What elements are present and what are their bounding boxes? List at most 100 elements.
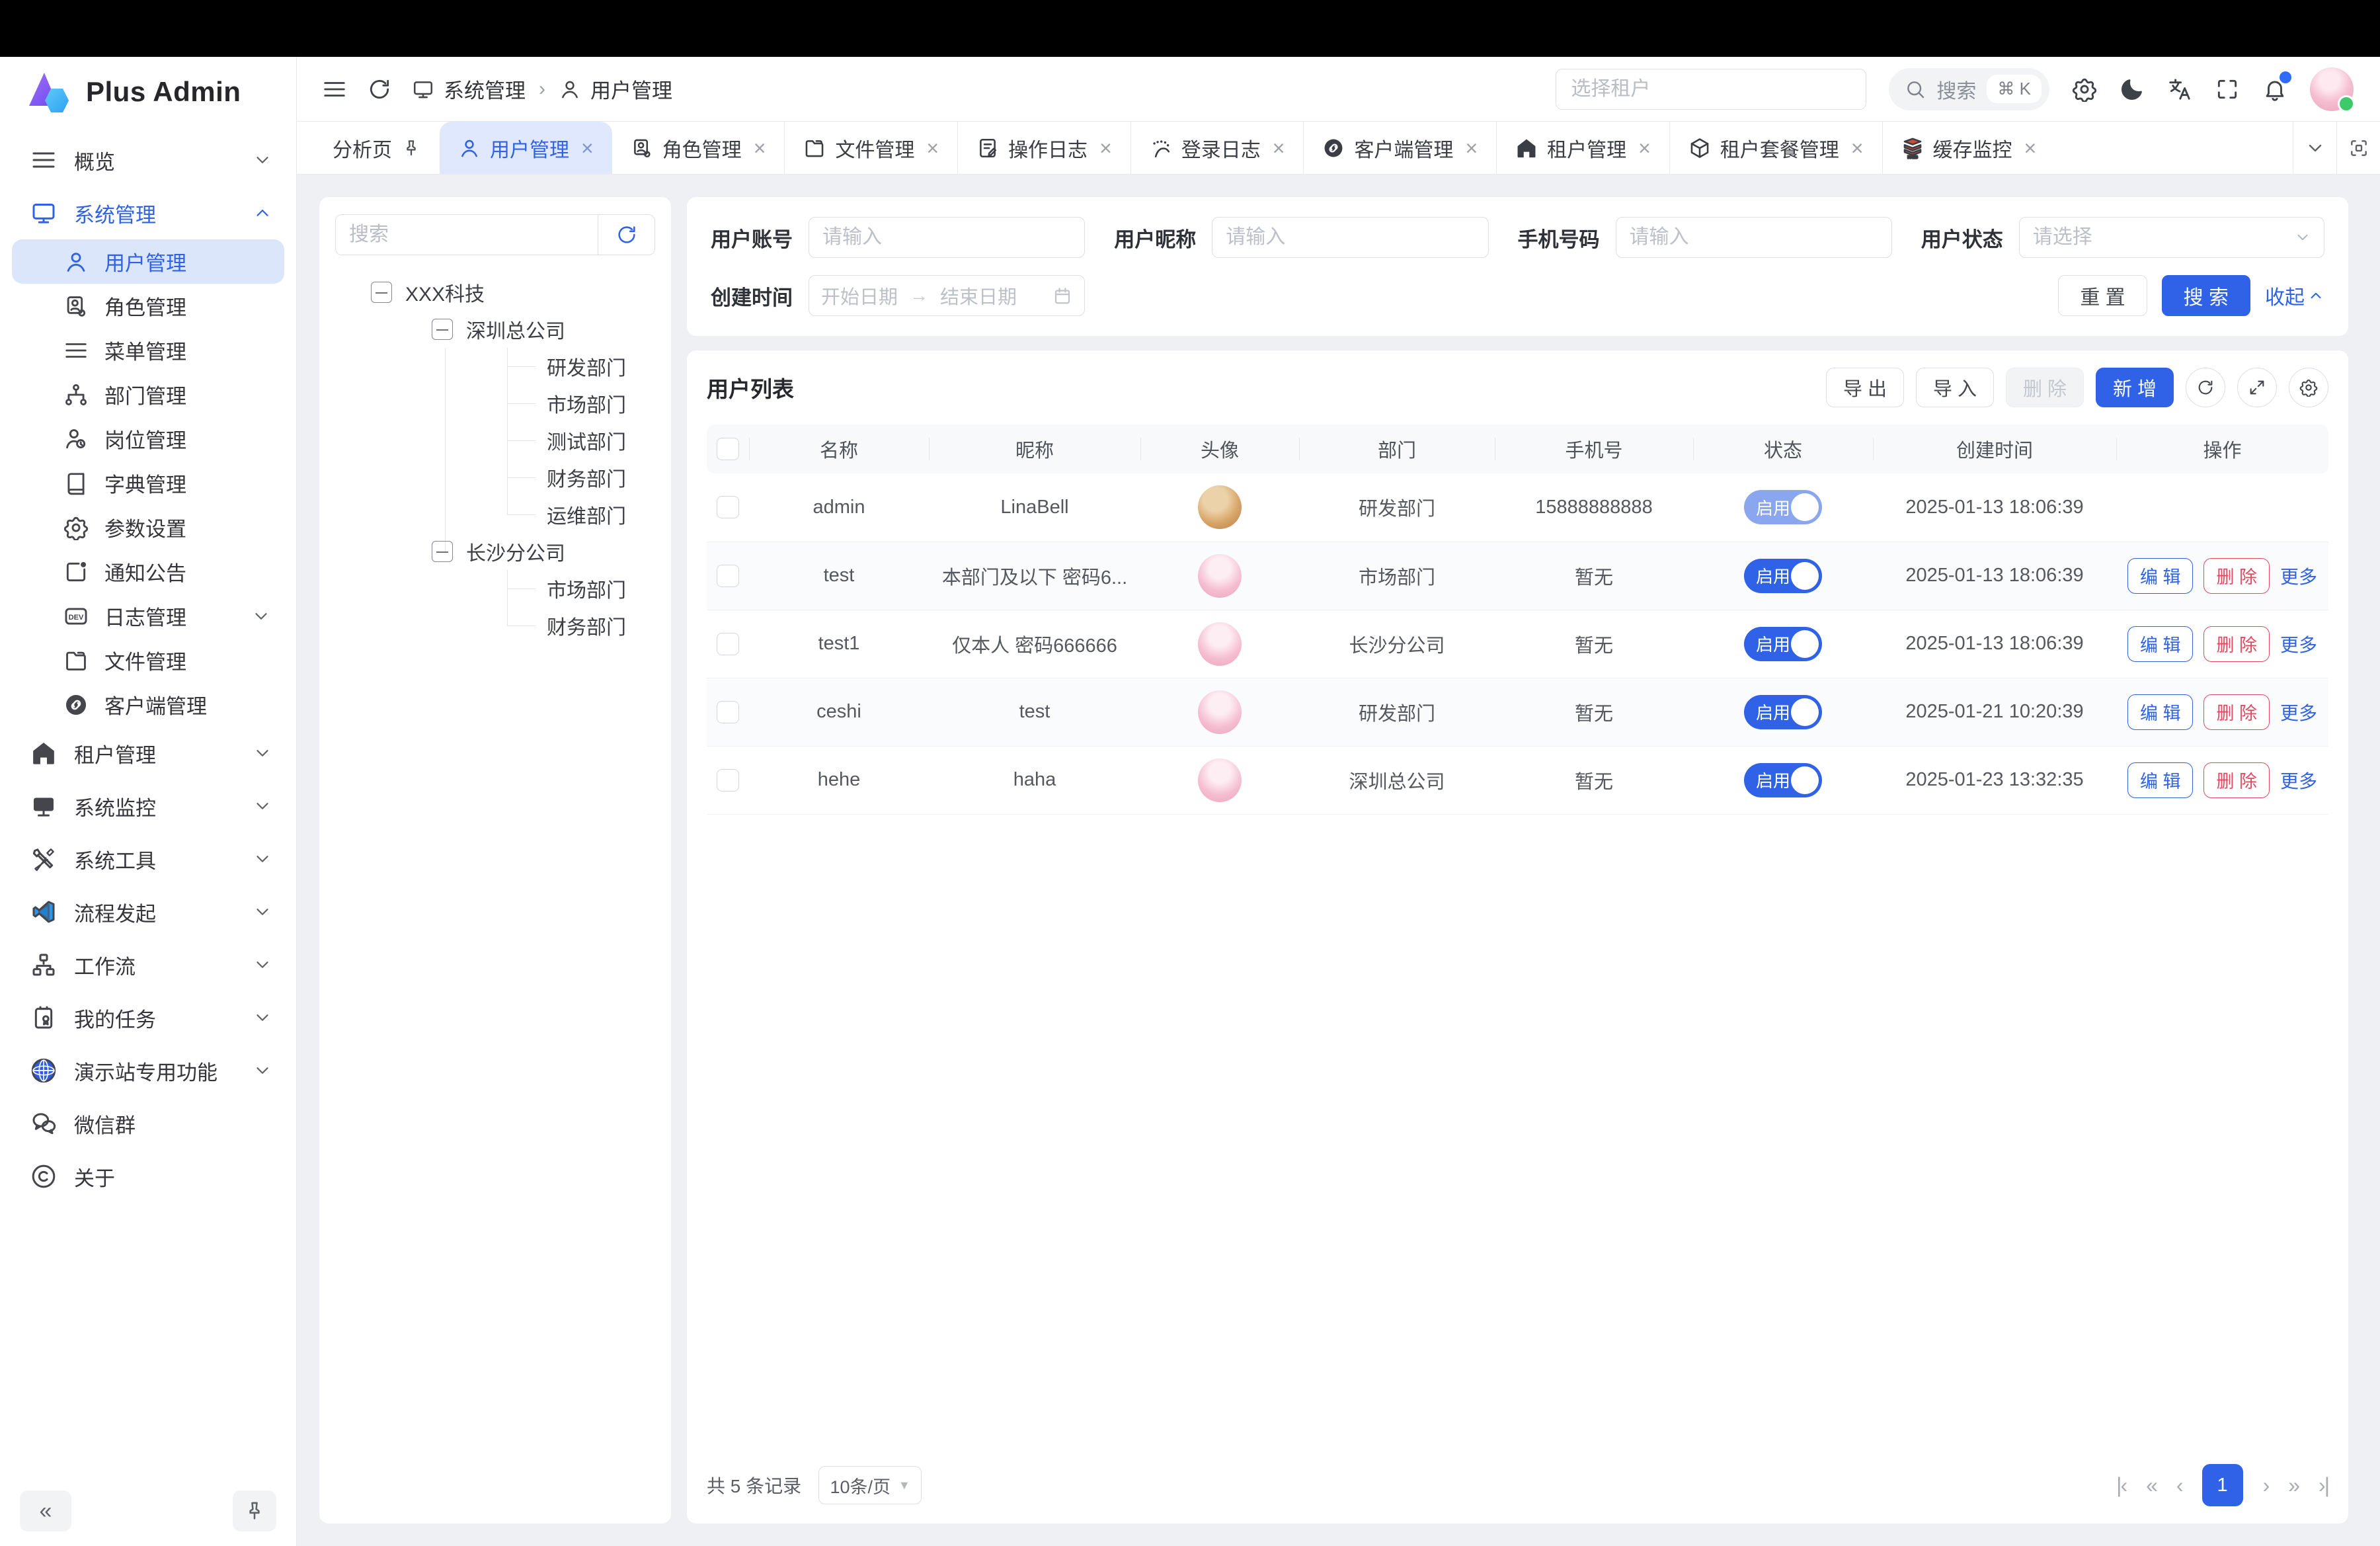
more-button[interactable]: 更多 xyxy=(2280,631,2317,657)
tree-node[interactable]: 研发部门 xyxy=(335,348,655,385)
sidebar-item[interactable]: 演示站专用功能 xyxy=(0,1044,296,1097)
row-checkbox[interactable] xyxy=(717,496,739,518)
settings-icon[interactable] xyxy=(2072,77,2097,102)
breadcrumb-item[interactable]: 系统管理 xyxy=(444,74,526,104)
sidebar-item[interactable]: 流程发起 xyxy=(0,885,296,938)
sidebar-item[interactable]: 微信群 xyxy=(0,1097,296,1150)
tree-node[interactable]: 深圳总公司 xyxy=(335,311,655,348)
sidebar-item[interactable]: 概览 xyxy=(0,134,296,186)
delete-button[interactable]: 删 除 xyxy=(2006,368,2084,407)
table-fullscreen-button[interactable] xyxy=(2237,368,2277,407)
prev-page-button[interactable]: ‹ xyxy=(2176,1473,2182,1498)
tab[interactable]: 操作日志 × xyxy=(957,122,1130,174)
tree-node[interactable]: 财务部门 xyxy=(335,607,655,644)
status-select[interactable] xyxy=(2019,217,2324,258)
tree-node[interactable]: 运维部门 xyxy=(335,496,655,533)
table-refresh-button[interactable] xyxy=(2186,368,2225,407)
prev-group-button[interactable]: « xyxy=(2146,1473,2157,1498)
content-fullscreen-button[interactable] xyxy=(2336,122,2380,174)
sidebar-item[interactable]: 文件管理 xyxy=(12,638,284,682)
row-checkbox[interactable] xyxy=(717,701,739,723)
tree-node[interactable]: 市场部门 xyxy=(335,570,655,607)
tab[interactable]: 登录日志 × xyxy=(1130,122,1304,174)
date-range-input[interactable]: 开始日期 → 结束日期 xyxy=(809,275,1085,316)
sidebar-item[interactable]: 工作流 xyxy=(0,938,296,991)
select-all-checkbox[interactable] xyxy=(717,438,739,460)
status-toggle[interactable]: 启用 xyxy=(1744,695,1822,729)
edit-button[interactable]: 编 辑 xyxy=(2127,558,2194,594)
sidebar-item[interactable]: 用户管理 xyxy=(12,239,284,284)
next-page-button[interactable]: › xyxy=(2263,1473,2269,1498)
tab[interactable]: 租户管理 × xyxy=(1496,122,1669,174)
fullscreen-icon[interactable] xyxy=(2215,77,2240,102)
first-page-button[interactable]: |‹ xyxy=(2116,1473,2126,1498)
close-icon[interactable]: × xyxy=(1465,138,1478,159)
next-group-button[interactable]: » xyxy=(2288,1473,2299,1498)
tree-expander-icon[interactable] xyxy=(432,319,453,340)
tree-expander-icon[interactable] xyxy=(432,541,453,562)
collapse-filters-link[interactable]: 收起 xyxy=(2265,281,2324,310)
row-delete-button[interactable]: 删 除 xyxy=(2203,558,2270,594)
close-icon[interactable]: × xyxy=(754,138,766,159)
close-icon[interactable]: × xyxy=(1099,138,1112,159)
refresh-icon[interactable] xyxy=(367,77,392,102)
close-icon[interactable]: × xyxy=(1851,138,1864,159)
row-delete-button[interactable]: 删 除 xyxy=(2203,694,2270,730)
table-settings-button[interactable] xyxy=(2289,368,2328,407)
status-toggle[interactable]: 启用 xyxy=(1744,627,1822,661)
sidebar-item[interactable]: 角色管理 xyxy=(12,284,284,328)
tree-node[interactable]: 市场部门 xyxy=(335,385,655,422)
tree-search-input[interactable] xyxy=(336,215,598,255)
sidebar-item[interactable]: 岗位管理 xyxy=(12,417,284,461)
tree-node[interactable]: 长沙分公司 xyxy=(335,533,655,570)
tab[interactable]: redis 缓存监控 × xyxy=(1882,122,2055,174)
sidebar-item[interactable]: 租户管理 xyxy=(0,727,296,780)
edit-button[interactable]: 编 辑 xyxy=(2127,626,2194,662)
language-icon[interactable] xyxy=(2167,77,2192,102)
row-checkbox[interactable] xyxy=(717,769,739,792)
import-button[interactable]: 导 入 xyxy=(1916,368,1994,407)
sidebar-item[interactable]: 系统监控 xyxy=(0,780,296,833)
user-avatar[interactable] xyxy=(2310,67,2354,111)
sidebar-pin-button[interactable] xyxy=(233,1490,276,1531)
tree-expander-icon[interactable] xyxy=(371,282,392,303)
tree-node[interactable]: XXX科技 xyxy=(335,274,655,311)
tab[interactable]: 分析页 xyxy=(314,122,440,174)
close-icon[interactable]: × xyxy=(2024,138,2037,159)
close-icon[interactable]: × xyxy=(926,138,939,159)
search-button[interactable]: 搜 索 xyxy=(2162,275,2250,316)
tab[interactable]: 用户管理 × xyxy=(440,122,612,174)
nickname-input[interactable] xyxy=(1212,217,1488,258)
sidebar-item[interactable]: DEV 日志管理 xyxy=(12,594,284,638)
reset-button[interactable]: 重 置 xyxy=(2058,275,2147,316)
row-delete-button[interactable]: 删 除 xyxy=(2203,762,2270,798)
phone-input[interactable] xyxy=(1616,217,1892,258)
tab[interactable]: 客户端管理 × xyxy=(1303,122,1496,174)
page-number-active[interactable]: 1 xyxy=(2202,1464,2243,1506)
sidebar-item[interactable]: 系统管理 xyxy=(0,186,296,239)
notifications-button[interactable] xyxy=(2262,77,2287,102)
tab[interactable]: 文件管理 × xyxy=(784,122,957,174)
dark-mode-icon[interactable] xyxy=(2120,77,2145,102)
tree-node[interactable]: 测试部门 xyxy=(335,422,655,459)
add-button[interactable]: 新 增 xyxy=(2096,368,2174,407)
status-toggle[interactable]: 启用 xyxy=(1744,490,1822,524)
page-size-select[interactable]: 10条/页 ▼ xyxy=(818,1466,922,1504)
breadcrumb-item[interactable]: 用户管理 xyxy=(590,74,672,104)
menu-toggle-icon[interactable] xyxy=(322,77,347,102)
export-button[interactable]: 导 出 xyxy=(1826,368,1904,407)
tree-refresh-button[interactable] xyxy=(598,215,654,255)
tenant-select-input[interactable] xyxy=(1556,69,1866,110)
more-button[interactable]: 更多 xyxy=(2280,699,2317,725)
sidebar-item[interactable]: 通知公告 xyxy=(12,549,284,594)
sidebar-item[interactable]: 我的任务 xyxy=(0,991,296,1044)
tree-node[interactable]: 财务部门 xyxy=(335,459,655,496)
row-checkbox[interactable] xyxy=(717,565,739,587)
row-checkbox[interactable] xyxy=(717,633,739,655)
close-icon[interactable]: × xyxy=(581,138,594,159)
status-toggle[interactable]: 启用 xyxy=(1744,559,1822,593)
sidebar-item[interactable]: 客户端管理 xyxy=(12,682,284,727)
sidebar-item[interactable]: 字典管理 xyxy=(12,461,284,505)
edit-button[interactable]: 编 辑 xyxy=(2127,694,2194,730)
close-icon[interactable]: × xyxy=(1638,138,1651,159)
